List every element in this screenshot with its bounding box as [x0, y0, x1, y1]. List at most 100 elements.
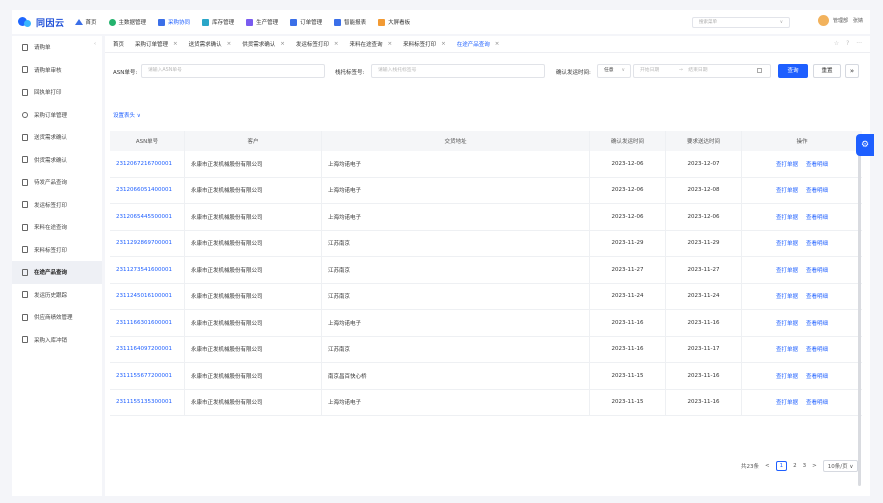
- close-icon[interactable]: ×: [441, 41, 446, 47]
- view-detail-link[interactable]: 查看明细: [806, 160, 828, 168]
- asn-link[interactable]: 2312066051400001: [110, 177, 185, 203]
- page-1[interactable]: 1: [775, 461, 788, 471]
- sidebar-item-supplier-performance[interactable]: 供应商绩效管理: [12, 306, 102, 329]
- page-next[interactable]: >: [812, 463, 817, 469]
- asn-link[interactable]: 2311155677200001: [110, 363, 185, 389]
- sidebar-item-shipping-history[interactable]: 发运历史跟踪: [12, 284, 102, 307]
- date-mode-select[interactable]: 任意 ∨: [597, 64, 631, 78]
- sidebar-item-incoming-transit[interactable]: 来料在途查询: [12, 216, 102, 239]
- nav-item-inventory[interactable]: 库存管理: [202, 18, 234, 26]
- header-required-time[interactable]: 要求送达时间: [666, 131, 742, 151]
- print-document-link[interactable]: 查打单据: [776, 213, 798, 221]
- nav-item-purchase[interactable]: 采购协同: [158, 18, 190, 26]
- view-detail-link[interactable]: 查看明细: [806, 398, 828, 406]
- view-detail-link[interactable]: 查看明细: [806, 186, 828, 194]
- nav-item-dashboard[interactable]: 大屏看板: [378, 18, 410, 26]
- print-document-link[interactable]: 查打单据: [776, 398, 798, 406]
- menu-search-input[interactable]: 搜索菜单 ∨: [692, 17, 790, 28]
- header-asn[interactable]: ASN单号: [110, 131, 185, 151]
- header-confirm-time[interactable]: 确认发运时间: [590, 131, 666, 151]
- tab-delivery-confirm[interactable]: 送货需求确认 ×: [189, 40, 232, 48]
- asn-link[interactable]: 2311164097200001: [110, 336, 185, 362]
- asn-link[interactable]: 2312065445500001: [110, 204, 185, 230]
- sidebar-item-delivery-confirm[interactable]: 送货需求确认: [12, 126, 102, 149]
- table-row[interactable]: 2311166301600001 永康市正发机械股份有限公司 上海均诺电子 2023-…: [110, 310, 862, 337]
- collapse-sidebar-icon[interactable]: ‹: [94, 41, 96, 47]
- header-customer[interactable]: 客户: [185, 131, 322, 151]
- asn-link[interactable]: 2311292869700001: [110, 230, 185, 256]
- tab-supply-confirm[interactable]: 供货需求确认 ×: [242, 40, 285, 48]
- sidebar-item-shipping-labels[interactable]: 发运标签打印: [12, 194, 102, 217]
- view-detail-link[interactable]: 查看明细: [806, 345, 828, 353]
- print-document-link[interactable]: 查打单据: [776, 186, 798, 194]
- table-scrollbar[interactable]: [858, 151, 861, 486]
- query-button[interactable]: 查询: [778, 64, 808, 78]
- view-detail-link[interactable]: 查看明细: [806, 239, 828, 247]
- nav-item-reports[interactable]: 智能报表: [334, 18, 366, 26]
- more-icon[interactable]: ···: [856, 40, 862, 47]
- page-prev[interactable]: <: [765, 463, 770, 469]
- close-icon[interactable]: ×: [280, 41, 285, 47]
- close-icon[interactable]: ×: [495, 41, 500, 47]
- tab-shipping-labels[interactable]: 发运标签打印 ×: [296, 40, 339, 48]
- help-icon[interactable]: ?: [846, 40, 849, 47]
- asn-link[interactable]: 2311166301600001: [110, 310, 185, 336]
- table-row[interactable]: 2311292869700001 永康市正发机械股份有限公司 江苏南京 2023-11…: [110, 230, 862, 257]
- settings-gear-icon[interactable]: ⚙: [856, 134, 874, 156]
- tab-incoming-transit[interactable]: 来料在途查询 ×: [350, 40, 393, 48]
- close-icon[interactable]: ×: [227, 41, 232, 47]
- sidebar-item-purchase-orders[interactable]: 采购订单管理: [12, 104, 102, 127]
- table-row[interactable]: 2311273541600001 永康市正发机械股份有限公司 江苏南京 2023-11…: [110, 257, 862, 284]
- print-document-link[interactable]: 查打单据: [776, 319, 798, 327]
- logo[interactable]: 同因云: [18, 16, 65, 29]
- date-range-picker[interactable]: 开始日期 → 结束日期: [633, 64, 771, 78]
- set-columns-link[interactable]: 设置表头 ∨: [113, 111, 141, 119]
- sidebar-item-stock-reversal[interactable]: 采购入库冲销: [12, 329, 102, 352]
- sidebar-item-supply-confirm[interactable]: 供货需求确认: [12, 149, 102, 172]
- close-icon[interactable]: ×: [173, 41, 178, 47]
- sidebar-item-receipt-print[interactable]: 回执单打印: [12, 81, 102, 104]
- page-size-select[interactable]: 10条/页 ∨: [822, 460, 859, 472]
- page-3[interactable]: 3: [803, 463, 807, 469]
- print-document-link[interactable]: 查打单据: [776, 266, 798, 274]
- sidebar-item-incoming-labels[interactable]: 来料标签打印: [12, 239, 102, 262]
- tab-incoming-labels[interactable]: 来料标签打印 ×: [403, 40, 446, 48]
- tab-purchase-orders[interactable]: 采购订单管理 ×: [135, 40, 178, 48]
- page-2[interactable]: 2: [793, 463, 797, 469]
- header-address[interactable]: 交货地址: [322, 131, 590, 151]
- sidebar-item-requisition[interactable]: 请购单: [12, 36, 102, 59]
- asn-link[interactable]: 2311155135300001: [110, 389, 185, 415]
- nav-item-master-data[interactable]: 主数据管理: [108, 18, 146, 26]
- table-row[interactable]: 2311245016100001 永康市正发机械股份有限公司 江苏南京 2023-11…: [110, 283, 862, 310]
- view-detail-link[interactable]: 查看明细: [806, 292, 828, 300]
- close-icon[interactable]: ×: [334, 41, 339, 47]
- pallet-input[interactable]: 请输入栈托标签号: [371, 64, 545, 78]
- tab-home[interactable]: 首页: [113, 40, 124, 48]
- expand-filters-button[interactable]: »: [845, 64, 859, 78]
- view-detail-link[interactable]: 查看明细: [806, 319, 828, 327]
- nav-item-production[interactable]: 生产管理: [246, 18, 278, 26]
- sidebar-item-requisition-review[interactable]: 请购单审核: [12, 59, 102, 82]
- table-row[interactable]: 2312066051400001 永康市正发机械股份有限公司 上海均诺电子 2023-…: [110, 177, 862, 204]
- print-document-link[interactable]: 查打单据: [776, 292, 798, 300]
- table-row[interactable]: 2312067216700001 永康市正发机械股份有限公司 上海均诺电子 2023-…: [110, 151, 862, 178]
- print-document-link[interactable]: 查打单据: [776, 345, 798, 353]
- user-menu[interactable]: 管理部 张婧: [818, 15, 868, 26]
- reset-button[interactable]: 重置: [813, 64, 841, 78]
- print-document-link[interactable]: 查打单据: [776, 239, 798, 247]
- view-detail-link[interactable]: 查看明细: [806, 372, 828, 380]
- close-icon[interactable]: ×: [388, 41, 393, 47]
- nav-item-home[interactable]: 首页: [74, 18, 97, 26]
- asn-input[interactable]: 请输入ASN单号: [141, 64, 325, 78]
- asn-link[interactable]: 2311245016100001: [110, 283, 185, 309]
- asn-link[interactable]: 2312067216700001: [110, 151, 185, 177]
- print-document-link[interactable]: 查打单据: [776, 160, 798, 168]
- tab-in-transit-query[interactable]: 在途产品查询 ×: [457, 40, 500, 48]
- nav-item-orders[interactable]: 订单管理: [290, 18, 322, 26]
- table-row[interactable]: 2311155135300001 永康市正发机械股份有限公司 上海均诺电子 2023-…: [110, 389, 862, 416]
- table-row[interactable]: 2311155677200001 永康市正发机械股份有限公司 南京昌百快心桥 2023…: [110, 363, 862, 390]
- asn-link[interactable]: 2311273541600001: [110, 257, 185, 283]
- sidebar-item-pending-products[interactable]: 待发产品查询: [12, 171, 102, 194]
- print-document-link[interactable]: 查打单据: [776, 372, 798, 380]
- view-detail-link[interactable]: 查看明细: [806, 213, 828, 221]
